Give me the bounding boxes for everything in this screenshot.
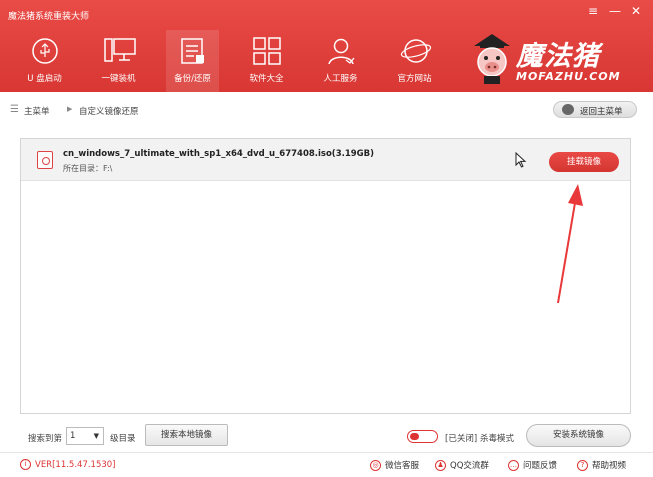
nav-label: 备份/还原 xyxy=(174,74,211,84)
feedback-icon: … xyxy=(508,459,519,471)
globe-icon xyxy=(400,39,432,63)
nav-one-click-install[interactable]: 一键装机 xyxy=(92,30,145,92)
nav-backup-restore[interactable]: 备份/还原 xyxy=(166,30,219,92)
nav-label: 人工服务 xyxy=(323,74,358,84)
breadcrumb-home[interactable]: 主菜单 xyxy=(24,105,50,117)
iso-file-directory: 所在目录：F:\ xyxy=(63,164,113,173)
back-to-main-button[interactable]: 返回主菜单 xyxy=(553,101,637,118)
person-icon xyxy=(328,38,355,65)
wechat-support-link[interactable]: ◎ 微信客服 xyxy=(370,459,419,471)
feedback-text: 问题反馈 xyxy=(523,461,558,471)
iso-file-name: cn_windows_7_ultimate_with_sp1_x64_dvd_u… xyxy=(63,149,375,159)
directory-level-select[interactable]: 1 ▼ xyxy=(66,427,104,445)
backup-icon xyxy=(181,38,204,64)
antivirus-mode-toggle[interactable] xyxy=(407,430,438,443)
nav-label: U 盘启动 xyxy=(27,74,62,84)
install-system-image-button[interactable]: 安装系统镜像 xyxy=(526,424,631,447)
list-item[interactable]: cn_windows_7_ultimate_with_sp1_x64_dvd_u… xyxy=(21,139,630,181)
search-local-image-button[interactable]: 搜索本地镜像 xyxy=(145,424,228,446)
status-footer: i VER[11.5.47.1530] ◎ 微信客服 ♟ QQ交流群 … 问题反… xyxy=(0,452,653,477)
help-icon: ? xyxy=(577,459,588,471)
mouse-cursor-icon xyxy=(515,152,527,168)
breadcrumb-separator-icon: ▶ xyxy=(67,105,73,113)
breadcrumb-current: 自定义镜像还原 xyxy=(79,107,139,117)
disc-image-icon xyxy=(37,151,53,169)
nav-usb-boot[interactable]: U 盘启动 xyxy=(18,30,71,92)
help-text: 帮助视频 xyxy=(592,461,627,471)
search-level-prefix: 搜索到第 xyxy=(28,434,63,444)
nav-label: 一键装机 xyxy=(101,74,136,84)
nav-manual-service[interactable]: 人工服务 xyxy=(314,30,367,92)
toggle-state-text: [已关闭] xyxy=(445,434,478,444)
app-header: 魔法猪系统重装大师 ≡ — ✕ U 盘启动 一键装机 备份/还原 软件大全 人工… xyxy=(0,0,653,92)
toggle-label: 杀毒模式 xyxy=(480,434,515,444)
apps-grid-icon xyxy=(253,37,281,65)
bottom-controls: 搜索到第 1 ▼ 级目录 搜索本地镜像 [已关闭] 杀毒模式 安装系统镜像 xyxy=(0,420,653,450)
minimize-icon[interactable]: — xyxy=(608,4,622,18)
help-video-link[interactable]: ? 帮助视频 xyxy=(577,459,626,471)
nav-label: 软件大全 xyxy=(249,74,284,84)
window-title: 魔法猪系统重装大师 xyxy=(8,12,90,22)
toggle-knob xyxy=(410,433,419,440)
main-nav: U 盘启动 一键装机 备份/还原 软件大全 人工服务 官方网站 xyxy=(18,30,462,92)
directory-level-value: 1 xyxy=(70,431,76,441)
logo-chinese-text: 魔法猪 xyxy=(516,41,600,72)
version-info: i VER[11.5.47.1530] xyxy=(20,459,116,470)
search-level-suffix: 级目录 xyxy=(110,434,136,444)
back-button-label: 返回主菜单 xyxy=(580,107,623,117)
qq-text: QQ交流群 xyxy=(450,461,489,471)
nav-software[interactable]: 软件大全 xyxy=(240,30,293,92)
pig-mascot-icon xyxy=(474,34,510,84)
iso-list-panel: cn_windows_7_ultimate_with_sp1_x64_dvd_u… xyxy=(20,138,631,414)
qq-icon: ♟ xyxy=(435,459,446,471)
menu-icon[interactable]: ≡ xyxy=(586,4,600,18)
logo-english-text: MOFAZHU.COM xyxy=(516,70,621,83)
feedback-link[interactable]: … 问题反馈 xyxy=(508,459,557,471)
mount-image-button[interactable]: 挂载镜像 xyxy=(549,152,619,172)
version-text: VER[11.5.47.1530] xyxy=(35,459,116,470)
dropdown-arrow-icon: ▼ xyxy=(93,432,99,440)
qq-group-link[interactable]: ♟ QQ交流群 xyxy=(435,459,489,471)
info-icon: i xyxy=(20,459,31,470)
back-arrow-icon xyxy=(562,104,574,115)
brand-logo: 魔法猪 MOFAZHU.COM xyxy=(470,30,640,88)
computer-icon xyxy=(104,38,136,62)
nav-official-site[interactable]: 官方网站 xyxy=(388,30,441,92)
wechat-icon: ◎ xyxy=(370,459,381,471)
usb-icon xyxy=(32,38,58,64)
nav-label: 官方网站 xyxy=(397,74,432,84)
wechat-text: 微信客服 xyxy=(385,461,420,471)
close-icon[interactable]: ✕ xyxy=(629,4,643,18)
list-icon: ☰ xyxy=(10,104,19,115)
